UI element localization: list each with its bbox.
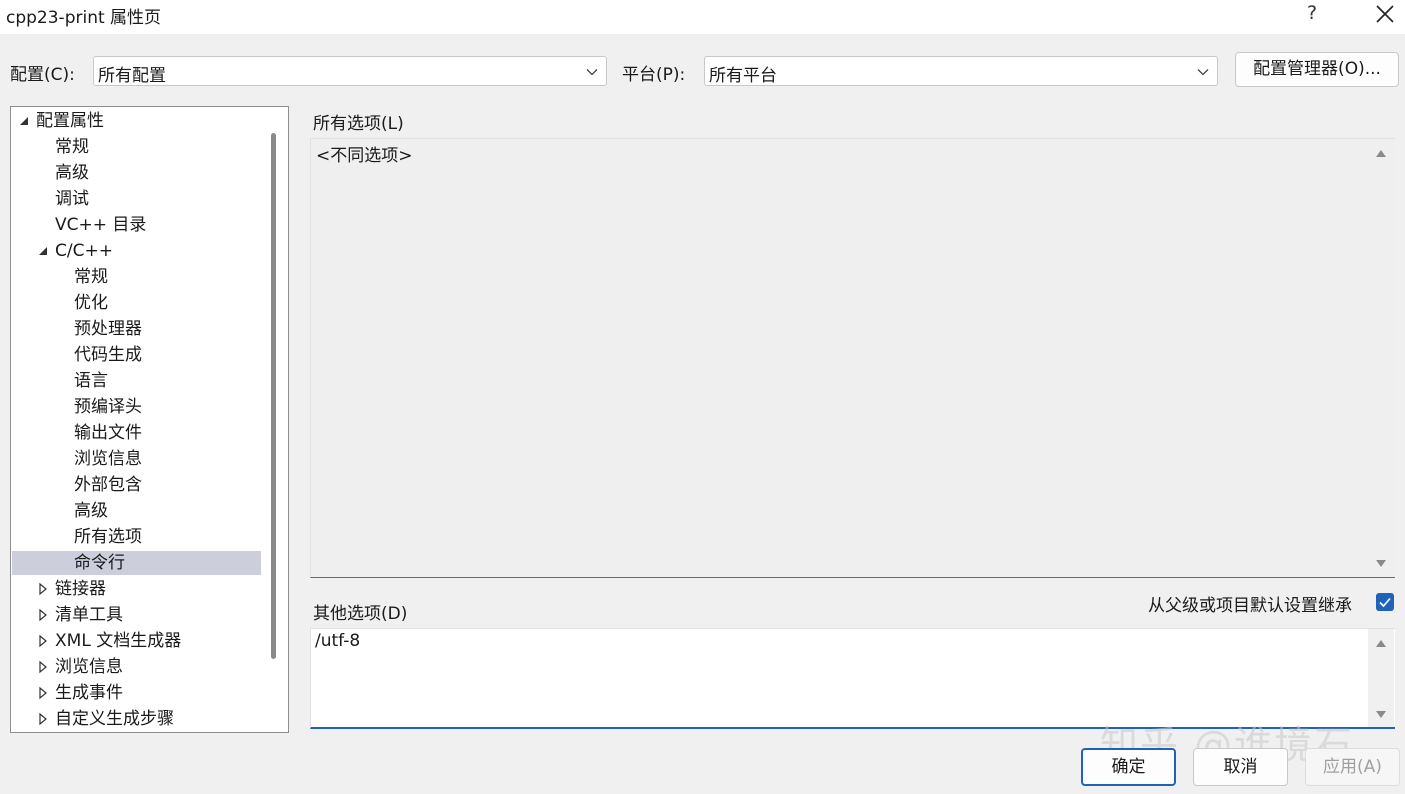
tree-item[interactable]: 浏览信息 [12,655,261,679]
help-button[interactable]: ? [1307,2,1317,24]
tree-item[interactable]: 所有选项 [12,525,261,549]
tree-item[interactable]: 优化 [12,291,261,315]
expanded-arrow-icon[interactable] [18,109,30,133]
tree-item-label: 优化 [74,293,108,313]
cancel-button[interactable]: 取消 [1193,748,1288,786]
platform-label: 平台(P): [622,65,686,85]
tree-item-label: 外部包含 [74,475,142,495]
tree-item-label: 预处理器 [74,319,142,339]
tree-item-label: C/C++ [55,241,113,261]
tree-item[interactable]: VC++ 目录 [12,213,261,237]
scroll-up-icon[interactable] [1375,148,1387,158]
all-options-textbox[interactable] [310,138,1395,578]
tree-item-label: 语言 [74,371,108,391]
tree-item-label: 自定义生成步骤 [55,709,174,729]
tree-item-label: 浏览信息 [55,657,123,677]
tree-item[interactable]: 常规 [12,135,261,159]
config-value: 所有配置 [98,66,166,86]
tree-item[interactable]: 清单工具 [12,603,261,627]
tree-item[interactable]: 输出文件 [12,421,261,445]
tree-item-label: 输出文件 [74,423,142,443]
platform-value: 所有平台 [709,66,777,86]
scroll-down-icon[interactable] [1375,559,1387,569]
inherit-checkbox[interactable] [1376,593,1394,611]
tree-item-label: 生成事件 [55,683,123,703]
platform-dropdown[interactable]: 所有平台 [704,56,1218,86]
tree-item[interactable]: 生成事件 [12,681,261,705]
config-label: 配置(C): [10,65,75,85]
tree-scrollbar-thumb[interactable] [271,133,276,659]
collapsed-arrow-icon[interactable] [37,681,49,705]
tree-item-label: 调试 [55,189,89,209]
collapsed-arrow-icon[interactable] [37,655,49,679]
collapsed-arrow-icon[interactable] [37,629,49,653]
close-icon[interactable] [1374,0,1396,28]
other-options-value: /utf-8 [315,631,361,651]
collapsed-arrow-icon[interactable] [37,707,49,731]
all-options-value: <不同选项> [316,146,413,166]
tree-item[interactable]: 外部包含 [12,473,261,497]
tree-item[interactable]: 预编译头 [12,395,261,419]
tree-item[interactable]: 常规 [12,265,261,289]
all-options-label: 所有选项(L) [313,114,404,134]
tree-item-label: 浏览信息 [74,449,142,469]
tree-item-label: 高级 [74,501,108,521]
tree-item-label: 命令行 [74,553,125,573]
tree-item-label: 代码生成 [74,345,142,365]
tree-item[interactable]: XML 文档生成器 [12,629,261,653]
tree-item[interactable]: 高级 [12,161,261,185]
tree-item[interactable]: 配置属性 [12,109,261,133]
chevron-down-icon [1197,69,1209,76]
collapsed-arrow-icon[interactable] [37,603,49,627]
tree-item-label: 常规 [74,267,108,287]
tree-item-label: 高级 [55,163,89,183]
tree-item[interactable]: 语言 [12,369,261,393]
tree-item[interactable]: 自定义生成步骤 [12,707,261,731]
inherit-label: 从父级或项目默认设置继承 [1148,596,1352,616]
tree-item-label: 常规 [55,137,89,157]
expanded-arrow-icon[interactable] [37,239,49,263]
chevron-down-icon [586,69,598,76]
tree-item-label: VC++ 目录 [55,215,147,235]
tree-item[interactable]: C/C++ [12,239,261,263]
other-options-label: 其他选项(D) [313,604,408,624]
config-dropdown[interactable]: 所有配置 [93,56,607,86]
tree-item-label: 清单工具 [55,605,123,625]
config-manager-button[interactable]: 配置管理器(O)... [1235,52,1399,87]
scroll-down-icon[interactable] [1375,710,1387,720]
tree-item-label: XML 文档生成器 [55,631,182,651]
collapsed-arrow-icon[interactable] [37,577,49,601]
tree-item-label: 配置属性 [36,111,104,131]
scroll-up-icon[interactable] [1375,638,1387,648]
tree-item[interactable]: 链接器 [12,577,261,601]
window-title: cpp23-print 属性页 [6,8,162,28]
checkmark-icon [1379,597,1391,608]
title-bar [0,0,1405,34]
tree-item[interactable]: 代码生成 [12,343,261,367]
tree-item[interactable]: 命令行 [12,551,261,575]
tree-item[interactable]: 调试 [12,187,261,211]
tree-item[interactable]: 浏览信息 [12,447,261,471]
tree-item-label: 预编译头 [74,397,142,417]
tree-item-label: 链接器 [55,579,106,599]
ok-button[interactable]: 确定 [1081,748,1176,786]
tree-item[interactable]: 预处理器 [12,317,261,341]
tree-item[interactable]: 高级 [12,499,261,523]
tree-item-label: 所有选项 [74,527,142,547]
apply-button[interactable]: 应用(A) [1305,748,1400,786]
